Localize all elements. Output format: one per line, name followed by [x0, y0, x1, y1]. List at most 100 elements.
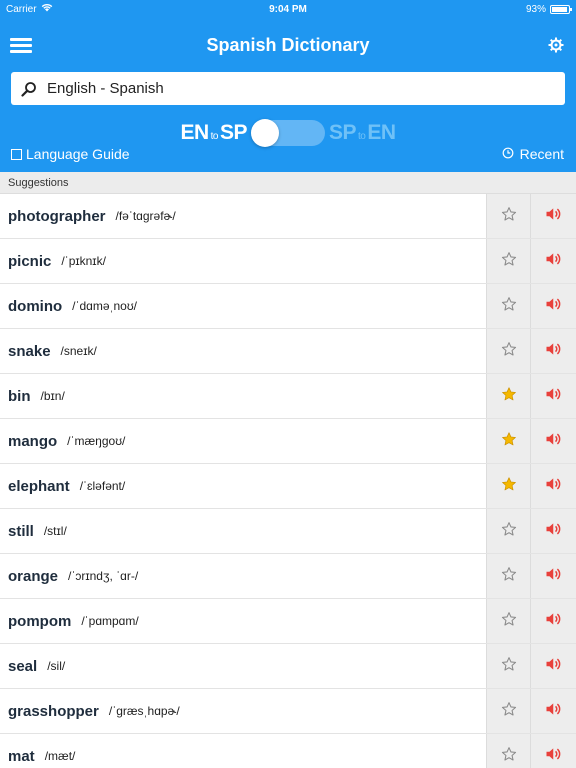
word-cell[interactable]: seal/sil/	[0, 644, 486, 688]
star-outline-icon	[501, 611, 517, 632]
favorite-button[interactable]	[486, 329, 530, 373]
speaker-icon	[545, 431, 563, 452]
speak-button[interactable]	[530, 194, 576, 238]
word-text: orange	[8, 567, 59, 585]
speak-button[interactable]	[530, 734, 576, 768]
word-cell[interactable]: elephant/ˈɛləfənt/	[0, 464, 486, 508]
list-item[interactable]: elephant/ˈɛləfənt/	[0, 464, 576, 509]
word-cell[interactable]: snake/sneɪk/	[0, 329, 486, 373]
favorite-button[interactable]	[486, 554, 530, 598]
word-cell[interactable]: domino/ˈdɑməˌnoʊ/	[0, 284, 486, 328]
word-cell[interactable]: grasshopper/ˈgræsˌhɑpɚ/	[0, 689, 486, 733]
speaker-icon	[545, 251, 563, 272]
speak-button[interactable]	[530, 554, 576, 598]
pronunciation-text: /stɪl/	[43, 524, 67, 538]
list-item[interactable]: orange/ˈɔrɪndʒ, ˈɑr-/	[0, 554, 576, 599]
pronunciation-text: /mæt/	[44, 749, 76, 763]
star-outline-icon	[501, 746, 517, 767]
speak-button[interactable]	[530, 419, 576, 463]
direction-sp-to-en[interactable]: SP to EN	[329, 121, 396, 145]
word-cell[interactable]: photographer/fəˈtɑgrəfɚ/	[0, 194, 486, 238]
star-outline-icon	[501, 521, 517, 542]
speak-button[interactable]	[530, 374, 576, 418]
word-list: photographer/fəˈtɑgrəfɚ/picnic/ˈpɪknɪk/d…	[0, 194, 576, 768]
star-outline-icon	[501, 656, 517, 677]
search-input[interactable]	[47, 72, 565, 105]
word-text: mat	[8, 747, 35, 765]
list-item[interactable]: seal/sil/	[0, 644, 576, 689]
word-text: bin	[8, 387, 31, 405]
favorite-button[interactable]	[486, 419, 530, 463]
list-item[interactable]: mat/mæt/	[0, 734, 576, 768]
favorite-button[interactable]	[486, 689, 530, 733]
word-cell[interactable]: picnic/ˈpɪknɪk/	[0, 239, 486, 283]
word-text: still	[8, 522, 34, 540]
pronunciation-text: /ˈɛləfənt/	[79, 479, 126, 493]
favorite-button[interactable]	[486, 239, 530, 283]
battery-icon	[550, 4, 572, 14]
status-time: 9:04 PM	[269, 3, 307, 15]
pronunciation-text: /sneɪk/	[60, 344, 97, 358]
speaker-icon	[545, 296, 563, 317]
list-item[interactable]: bin/bɪn/	[0, 374, 576, 419]
speak-button[interactable]	[530, 239, 576, 283]
search-bar[interactable]	[11, 72, 565, 105]
direction-switch[interactable]	[251, 119, 325, 147]
speaker-icon	[545, 521, 563, 542]
list-item[interactable]: photographer/fəˈtɑgrəfɚ/	[0, 194, 576, 239]
recent-button[interactable]: Recent	[502, 146, 564, 162]
speak-button[interactable]	[530, 509, 576, 553]
word-cell[interactable]: still/stɪl/	[0, 509, 486, 553]
word-text: elephant	[8, 477, 70, 495]
speaker-icon	[545, 386, 563, 407]
speak-button[interactable]	[530, 599, 576, 643]
search-icon	[11, 72, 47, 105]
language-guide-label: Language Guide	[26, 146, 130, 162]
list-item[interactable]: mango/ˈmæŋgoʊ/	[0, 419, 576, 464]
section-header: Suggestions	[0, 172, 576, 194]
direction-en-to-sp[interactable]: EN to SP	[180, 121, 247, 145]
pronunciation-text: /ˈɔrɪndʒ, ˈɑr-/	[68, 569, 139, 583]
section-title: Suggestions	[8, 176, 69, 189]
language-guide-button[interactable]: Language Guide	[11, 146, 130, 162]
list-item[interactable]: snake/sneɪk/	[0, 329, 576, 374]
favorite-button[interactable]	[486, 284, 530, 328]
carrier-label: Carrier	[6, 3, 37, 15]
checkbox-icon	[11, 148, 22, 160]
favorite-button[interactable]	[486, 374, 530, 418]
word-cell[interactable]: orange/ˈɔrɪndʒ, ˈɑr-/	[0, 554, 486, 598]
favorite-button[interactable]	[486, 194, 530, 238]
word-cell[interactable]: mango/ˈmæŋgoʊ/	[0, 419, 486, 463]
star-outline-icon	[501, 251, 517, 272]
favorite-button[interactable]	[486, 644, 530, 688]
direction-toggle[interactable]: EN to SP SP to EN	[0, 118, 576, 148]
speak-button[interactable]	[530, 284, 576, 328]
list-item[interactable]: still/stɪl/	[0, 509, 576, 554]
header: Carrier 9:04 PM 93% Spanish Dictionary E…	[0, 0, 576, 172]
list-item[interactable]: pompom/ˈpɑmpɑm/	[0, 599, 576, 644]
status-bar: Carrier 9:04 PM 93%	[0, 0, 576, 18]
star-filled-icon	[501, 431, 517, 452]
favorite-button[interactable]	[486, 734, 530, 768]
word-cell[interactable]: pompom/ˈpɑmpɑm/	[0, 599, 486, 643]
speak-button[interactable]	[530, 464, 576, 508]
favorite-button[interactable]	[486, 509, 530, 553]
speak-button[interactable]	[530, 329, 576, 373]
list-item[interactable]: picnic/ˈpɪknɪk/	[0, 239, 576, 284]
gear-icon[interactable]	[548, 37, 564, 53]
word-cell[interactable]: bin/bɪn/	[0, 374, 486, 418]
word-text: mango	[8, 432, 58, 450]
list-item[interactable]: domino/ˈdɑməˌnoʊ/	[0, 284, 576, 329]
star-outline-icon	[501, 701, 517, 722]
speak-button[interactable]	[530, 689, 576, 733]
menu-icon[interactable]	[10, 34, 32, 56]
speak-button[interactable]	[530, 644, 576, 688]
word-text: domino	[8, 297, 63, 315]
nav-bar: Spanish Dictionary	[0, 18, 576, 72]
favorite-button[interactable]	[486, 599, 530, 643]
switch-knob[interactable]	[251, 119, 279, 147]
list-item[interactable]: grasshopper/ˈgræsˌhɑpɚ/	[0, 689, 576, 734]
favorite-button[interactable]	[486, 464, 530, 508]
word-cell[interactable]: mat/mæt/	[0, 734, 486, 768]
pronunciation-text: /ˈdɑməˌnoʊ/	[72, 299, 138, 313]
